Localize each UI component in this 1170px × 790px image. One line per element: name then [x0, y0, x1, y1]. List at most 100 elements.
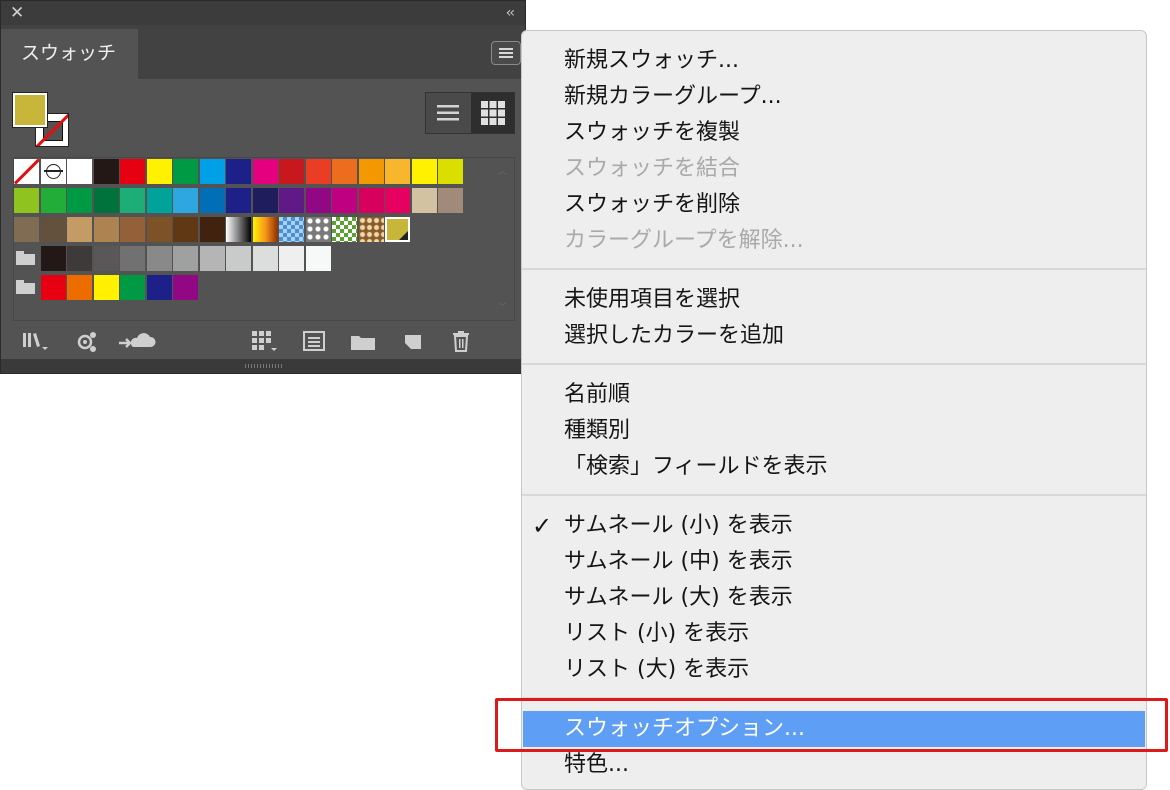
menu-item[interactable]: サムネール (大) を表示	[564, 580, 793, 616]
swatch[interactable]	[40, 188, 66, 213]
menu-item[interactable]: 特色...	[564, 747, 629, 783]
menu-item[interactable]: 名前順	[564, 377, 630, 413]
delete-swatch-icon[interactable]	[447, 329, 475, 353]
swatch-libraries-menu-icon[interactable]	[21, 329, 49, 353]
swatch[interactable]	[226, 188, 251, 213]
swatch[interactable]	[279, 159, 304, 184]
new-color-group-icon[interactable]	[349, 329, 377, 353]
list-view-button[interactable]	[426, 93, 470, 133]
menu-item[interactable]: 未使用項目を選択	[564, 282, 740, 318]
swatch[interactable]	[173, 159, 198, 184]
swatch-gradient-orange[interactable]	[252, 217, 278, 242]
swatch[interactable]	[93, 217, 119, 242]
swatch-pattern-blue[interactable]	[279, 217, 304, 242]
swatch-pattern-dots[interactable]	[305, 217, 331, 242]
swatch[interactable]	[67, 275, 92, 300]
swatch-none[interactable]	[14, 159, 39, 184]
swatch[interactable]	[199, 246, 225, 271]
swatch[interactable]	[40, 246, 66, 271]
fill-stroke-indicator[interactable]	[12, 92, 71, 149]
menu-item[interactable]: スウォッチを削除	[564, 187, 740, 223]
swatch[interactable]	[93, 188, 119, 213]
swatch[interactable]	[305, 188, 331, 213]
menu-item[interactable]: スウォッチを複製	[564, 115, 740, 151]
swatch[interactable]	[120, 275, 145, 300]
swatch[interactable]	[332, 159, 357, 184]
grid-view-button[interactable]	[471, 93, 514, 133]
tab-swatches[interactable]: スウォッチ	[1, 29, 138, 79]
swatch[interactable]	[120, 246, 145, 271]
swatch[interactable]	[120, 159, 145, 184]
swatch[interactable]	[411, 188, 437, 213]
scroll-up-icon[interactable]: ︿	[498, 164, 508, 177]
swatch[interactable]	[332, 188, 357, 213]
swatch[interactable]	[385, 217, 410, 242]
new-swatch-icon[interactable]	[399, 329, 427, 353]
swatch[interactable]	[252, 188, 278, 213]
swatch[interactable]	[252, 159, 278, 184]
swatch[interactable]	[173, 275, 198, 300]
menu-item[interactable]: サムネール (小) を表示	[564, 508, 793, 544]
swatch[interactable]	[199, 188, 225, 213]
scroll-down-icon[interactable]: ﹀	[498, 300, 508, 313]
swatch[interactable]	[120, 217, 145, 242]
swatch[interactable]	[40, 217, 66, 242]
menu-item[interactable]: リスト (小) を表示	[564, 616, 749, 652]
swatch[interactable]	[226, 159, 251, 184]
swatch[interactable]	[279, 246, 304, 271]
swatch[interactable]	[438, 159, 463, 184]
swatch[interactable]	[67, 217, 92, 242]
swatch[interactable]	[40, 275, 66, 300]
menu-item[interactable]: 種類別	[564, 413, 630, 449]
swatch-gradient-bw[interactable]	[226, 217, 251, 242]
swatch[interactable]	[67, 188, 92, 213]
swatch[interactable]	[385, 159, 410, 184]
menu-item[interactable]: 「検索」フィールドを表示	[564, 449, 828, 485]
close-icon[interactable]: ✕	[10, 3, 24, 23]
menu-item[interactable]: 新規スウォッチ...	[564, 43, 739, 79]
collapse-panel-icon[interactable]: ‹‹	[506, 4, 515, 22]
swatch[interactable]	[67, 246, 92, 271]
show-swatch-kinds-icon[interactable]	[73, 329, 101, 353]
swatch[interactable]	[358, 188, 384, 213]
swatch[interactable]	[438, 188, 463, 213]
swatch[interactable]	[146, 217, 172, 242]
swatch[interactable]	[120, 188, 145, 213]
panel-menu-button[interactable]	[491, 41, 521, 65]
swatch[interactable]	[67, 159, 92, 184]
menu-item[interactable]: リスト (大) を表示	[564, 652, 749, 688]
swatch[interactable]	[199, 217, 225, 242]
menu-item[interactable]: サムネール (中) を表示	[564, 544, 793, 580]
swatch-kind-menu-icon[interactable]	[249, 329, 277, 353]
swatch[interactable]	[279, 188, 304, 213]
swatch[interactable]	[146, 188, 172, 213]
swatch[interactable]	[173, 217, 198, 242]
menu-item[interactable]: 選択したカラーを追加	[564, 318, 784, 354]
swatch[interactable]	[93, 159, 119, 184]
swatch[interactable]	[93, 246, 119, 271]
color-group-folder-icon[interactable]	[16, 251, 36, 265]
swatch[interactable]	[146, 159, 172, 184]
swatch[interactable]	[93, 275, 119, 300]
swatch-pattern-green[interactable]	[332, 217, 357, 242]
swatch[interactable]	[305, 246, 331, 271]
swatch-options-icon[interactable]	[301, 329, 329, 353]
menu-item[interactable]: 新規カラーグループ...	[564, 79, 782, 115]
swatch[interactable]	[173, 246, 198, 271]
swatch[interactable]	[226, 246, 251, 271]
panel-resize-grip[interactable]	[1, 359, 525, 373]
swatch-pattern-brown[interactable]	[358, 217, 384, 242]
fill-swatch[interactable]	[12, 92, 48, 128]
swatch[interactable]	[199, 159, 225, 184]
swatch[interactable]	[14, 188, 39, 213]
color-group-folder-icon[interactable]	[16, 280, 36, 294]
swatch-registration[interactable]	[40, 159, 66, 184]
swatch[interactable]	[146, 275, 172, 300]
swatch[interactable]	[305, 159, 331, 184]
swatch[interactable]	[146, 246, 172, 271]
add-to-library-cloud-icon[interactable]	[117, 329, 157, 353]
swatch[interactable]	[252, 246, 278, 271]
swatch[interactable]	[173, 188, 198, 213]
swatch[interactable]	[14, 217, 39, 242]
swatch[interactable]	[411, 159, 437, 184]
